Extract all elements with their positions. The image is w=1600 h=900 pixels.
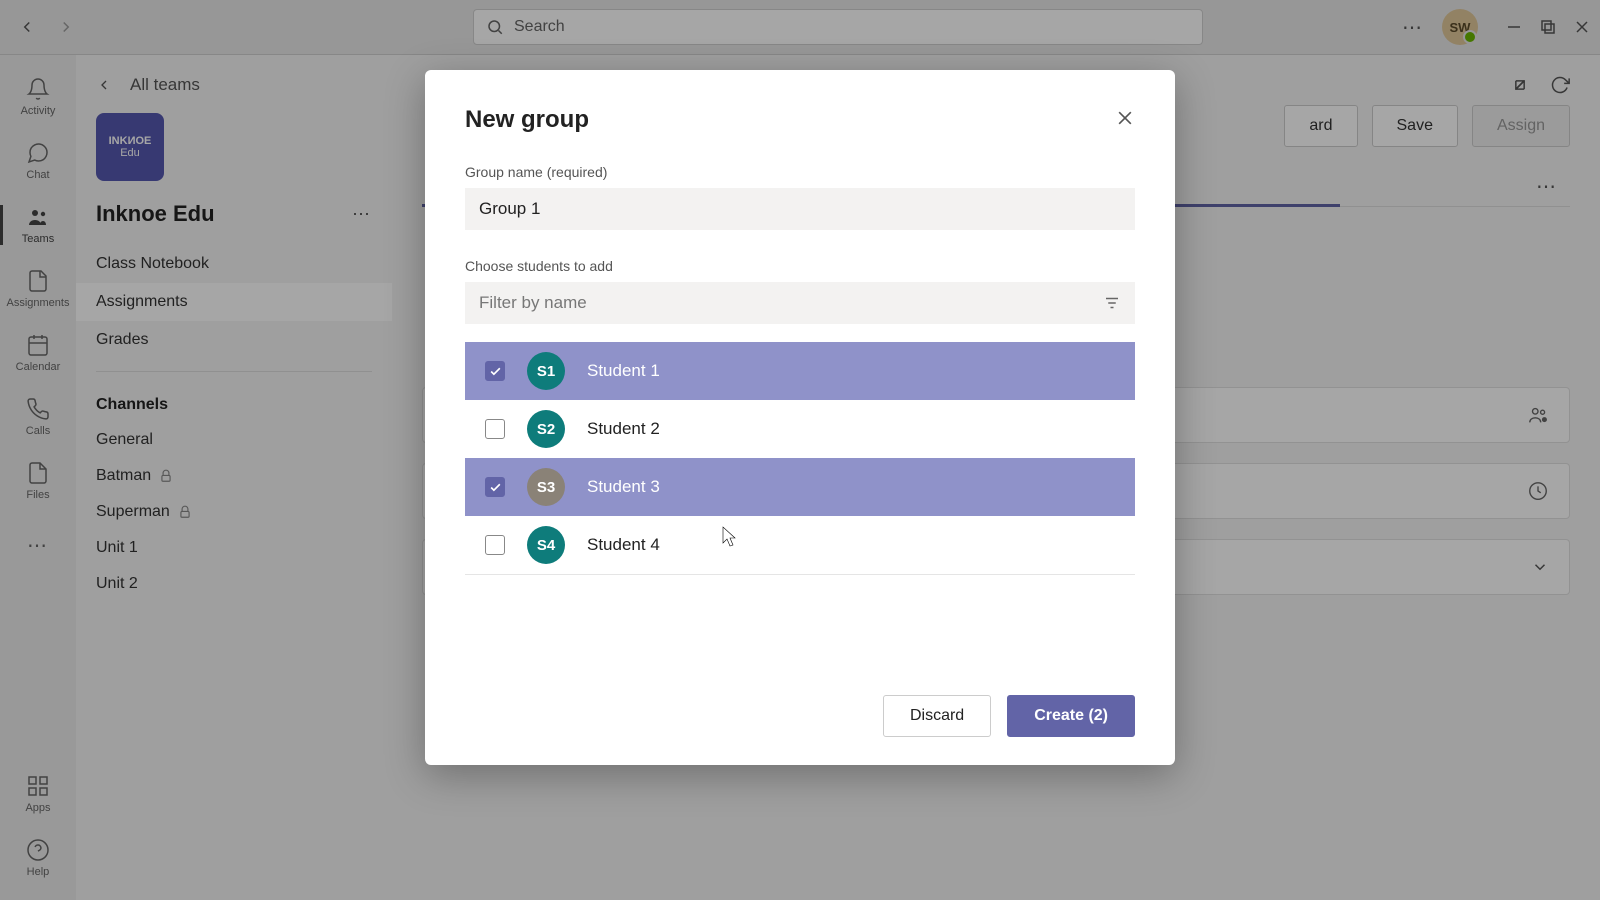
create-button[interactable]: Create (2) [1007, 695, 1135, 737]
filter-icon [1103, 294, 1121, 312]
new-group-modal: New group Group name (required) Choose s… [425, 70, 1175, 765]
student-row[interactable]: S4 Student 4 [465, 516, 1135, 574]
student-name: Student 2 [587, 419, 660, 439]
choose-students-label: Choose students to add [465, 258, 1135, 274]
student-name: Student 4 [587, 535, 660, 555]
checkbox[interactable] [485, 361, 505, 381]
student-list: S1 Student 1 S2 Student 2 S3 Student 3 S… [465, 342, 1135, 575]
checkbox[interactable] [485, 477, 505, 497]
student-name: Student 1 [587, 361, 660, 381]
student-row[interactable]: S2 Student 2 [465, 400, 1135, 458]
group-name-label: Group name (required) [465, 164, 1135, 180]
checkbox[interactable] [485, 535, 505, 555]
modal-close-button[interactable] [1115, 108, 1135, 133]
student-avatar: S3 [527, 468, 565, 506]
discard-button[interactable]: Discard [883, 695, 991, 737]
student-row[interactable]: S1 Student 1 [465, 342, 1135, 400]
student-name: Student 3 [587, 477, 660, 497]
student-avatar: S2 [527, 410, 565, 448]
student-row[interactable]: S3 Student 3 [465, 458, 1135, 516]
modal-title: New group [465, 106, 589, 134]
checkbox[interactable] [485, 419, 505, 439]
student-avatar: S4 [527, 526, 565, 564]
group-name-input[interactable] [465, 188, 1135, 230]
student-avatar: S1 [527, 352, 565, 390]
filter-input[interactable]: Filter by name [465, 282, 1135, 324]
